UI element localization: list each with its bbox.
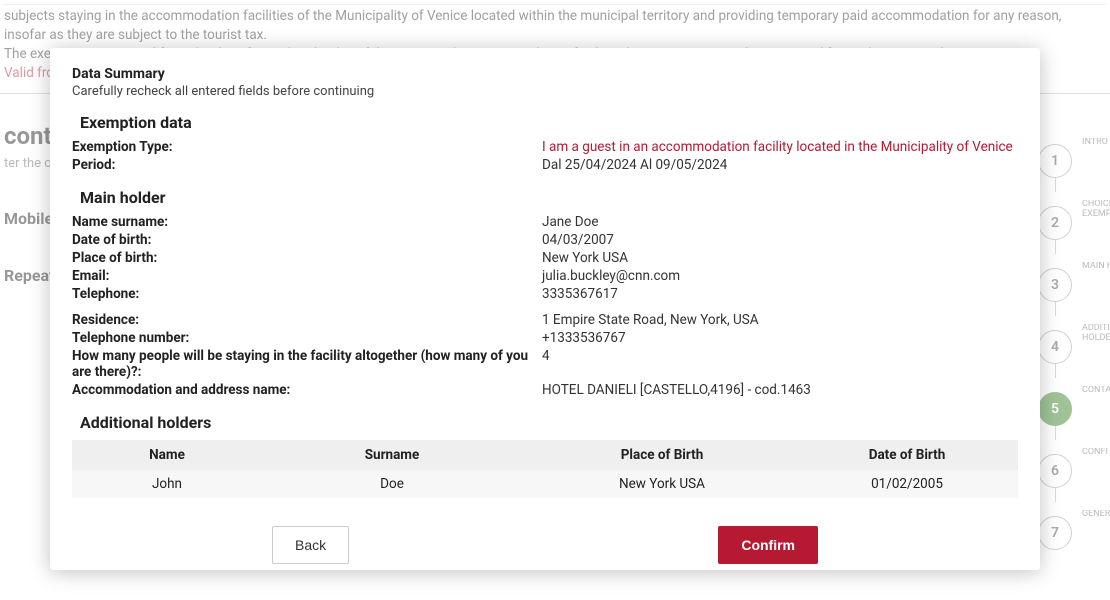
cell-surname: Doe [262,476,522,492]
people-value: 4 [542,348,550,380]
name-value: Jane Doe [542,214,598,230]
additional-holders-section-title: Additional holders [80,413,1018,432]
dob-value: 04/03/2007 [542,232,614,248]
modal-hint: Carefully recheck all entered fields bef… [72,84,1018,99]
exemption-type-label: Exemption Type: [72,139,542,155]
name-label: Name surname: [72,214,542,230]
phone-label: Telephone: [72,286,542,302]
confirm-button[interactable]: Confirm [718,526,818,564]
period-label: Period: [72,157,542,173]
main-holder-data: Name surname: Jane Doe Date of birth: 04… [72,213,1018,399]
phone-row: Telephone: 3335367617 [72,285,1018,303]
data-summary-modal: Data Summary Carefully recheck all enter… [50,48,1040,570]
accom-label: Accommodation and address name: [72,382,542,398]
email-row: Email: julia.buckley@cnn.com [72,267,1018,285]
accom-row: Accommodation and address name: HOTEL DA… [72,381,1018,399]
people-label: How many people will be staying in the f… [72,348,542,380]
modal-title: Data Summary [72,66,1018,82]
table-header-dob: Date of Birth [802,447,1012,463]
tel2-row: Telephone number: +1333536767 [72,329,1018,347]
table-header-row: Name Surname Place of Birth Date of Birt… [72,440,1018,470]
residence-row: Residence: 1 Empire State Road, New York… [72,311,1018,329]
table-header-name: Name [72,447,262,463]
modal-actions: Back Confirm [72,526,1018,564]
people-row: How many people will be staying in the f… [72,347,1018,381]
back-button[interactable]: Back [272,526,349,564]
table-header-place: Place of Birth [522,447,802,463]
residence-value: 1 Empire State Road, New York, USA [542,312,759,328]
cell-name: John [72,476,262,492]
pob-row: Place of birth: New York USA [72,249,1018,267]
pob-value: New York USA [542,250,628,266]
period-row: Period: Dal 25/04/2024 Al 09/05/2024 [72,156,1018,174]
cell-dob: 01/02/2005 [802,476,1012,492]
email-label: Email: [72,268,542,284]
residence-label: Residence: [72,312,542,328]
name-row: Name surname: Jane Doe [72,213,1018,231]
main-holder-section-title: Main holder [80,188,1018,207]
tel2-label: Telephone number: [72,330,542,346]
table-header-surname: Surname [262,447,522,463]
phone-value: 3335367617 [542,286,618,302]
email-value: julia.buckley@cnn.com [542,268,680,284]
table-body: John Doe New York USA 01/02/2005 [72,470,1018,498]
accom-value: HOTEL DANIELI [CASTELLO,4196] - cod.1463 [542,382,811,398]
exemption-section-title: Exemption data [80,113,1018,132]
exemption-type-value: I am a guest in an accommodation facilit… [542,139,1013,155]
additional-holders-table: Name Surname Place of Birth Date of Birt… [72,440,1018,498]
exemption-data: Exemption Type: I am a guest in an accom… [72,138,1018,174]
pob-label: Place of birth: [72,250,542,266]
dob-row: Date of birth: 04/03/2007 [72,231,1018,249]
period-value: Dal 25/04/2024 Al 09/05/2024 [542,157,727,173]
dob-label: Date of birth: [72,232,542,248]
exemption-type-row: Exemption Type: I am a guest in an accom… [72,138,1018,156]
tel2-value: +1333536767 [542,330,626,346]
cell-place: New York USA [522,476,802,492]
table-row: John Doe New York USA 01/02/2005 [72,470,1018,498]
